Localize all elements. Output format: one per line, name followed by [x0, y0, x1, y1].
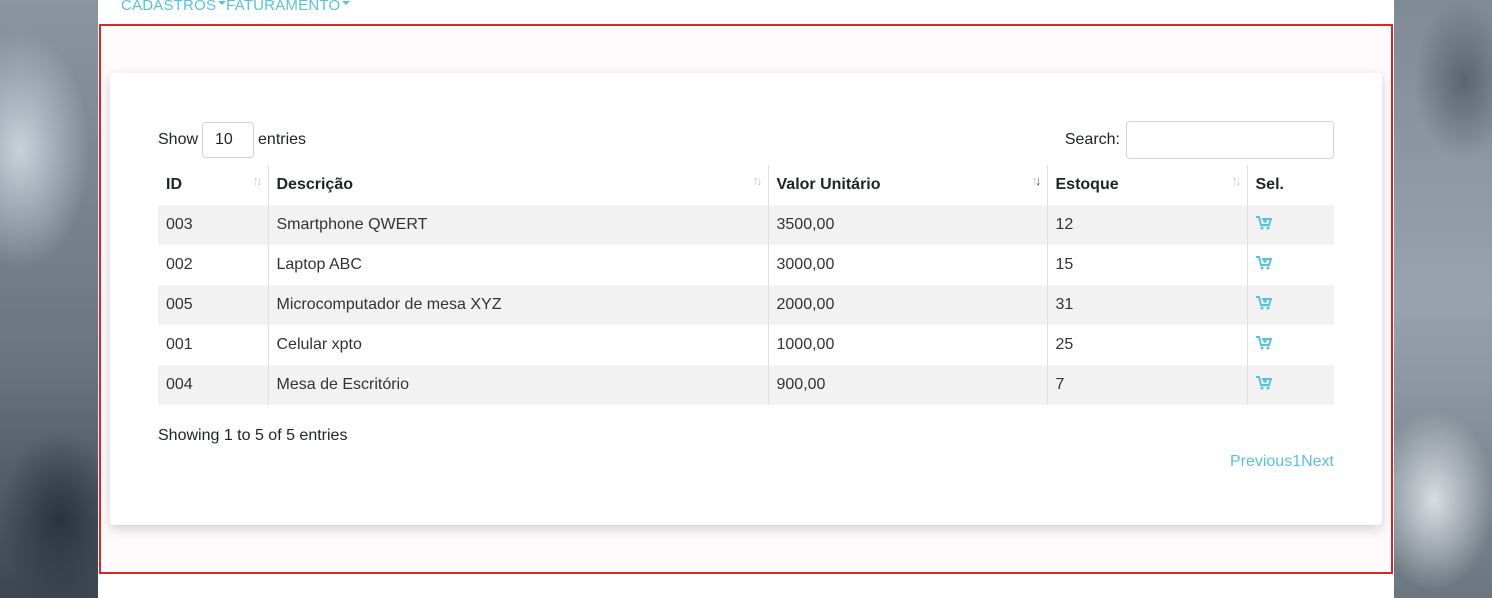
table-controls: Show 10 entries Search:	[158, 121, 1334, 159]
cell-valor: 1000,00	[767, 325, 1047, 365]
table-search: Search:	[1065, 121, 1334, 159]
table-row: 003 Smartphone QWERT 3500,00 12	[158, 205, 1334, 245]
caret-down-icon	[218, 1, 227, 5]
nav-item-label: CADASTROS	[121, 0, 217, 14]
cell-descricao: Mesa de Escritório	[267, 365, 768, 405]
entries-length: Show 10 entries	[158, 122, 306, 158]
cell-select	[1246, 325, 1334, 365]
pagination-previous[interactable]: Previous	[1230, 453, 1292, 471]
cell-select	[1246, 245, 1334, 285]
cart-plus-icon[interactable]	[1255, 255, 1272, 270]
pagination-next[interactable]: Next	[1301, 453, 1334, 471]
nav-item-label: FATURAMENTO	[226, 0, 341, 14]
cell-descricao: Laptop ABC	[267, 245, 768, 285]
cell-estoque: 25	[1046, 325, 1247, 365]
column-header-valor[interactable]: Valor Unitário ↑↓	[767, 165, 1047, 205]
cart-plus-icon[interactable]	[1255, 215, 1272, 230]
table-row: 005 Microcomputador de mesa XYZ 2000,00 …	[158, 285, 1334, 325]
entries-length-select[interactable]: 10	[202, 122, 255, 158]
cell-id: 002	[166, 256, 193, 273]
cell-descricao: Microcomputador de mesa XYZ	[267, 285, 768, 325]
cell-descricao: Smartphone QWERT	[267, 205, 768, 245]
entries-label: entries	[258, 131, 307, 148]
sort-icon: ↑↓	[752, 173, 763, 188]
table-row: 004 Mesa de Escritório 900,00 7	[158, 365, 1334, 405]
cell-id: 005	[166, 296, 193, 313]
background-left	[0, 0, 98, 598]
cell-select	[1246, 205, 1334, 245]
cell-estoque: 15	[1046, 245, 1247, 285]
cell-valor: 3500,00	[767, 205, 1047, 245]
sort-icon: ↑↓	[1231, 173, 1242, 188]
cart-plus-icon[interactable]	[1255, 295, 1272, 310]
column-header-id[interactable]: ID ↑↓	[158, 165, 268, 205]
show-label: Show	[158, 131, 199, 148]
nav-item-faturamento[interactable]: FATURAMENTO	[226, 0, 351, 16]
cell-valor: 3000,00	[767, 245, 1047, 285]
sort-icon: ↑↓	[252, 173, 263, 188]
pagination: Previous 1 Next	[1230, 453, 1334, 471]
nav-item-cadastros[interactable]: CADASTROS	[121, 0, 227, 16]
table-row: 002 Laptop ABC 3000,00 15	[158, 245, 1334, 285]
cell-select	[1246, 285, 1334, 325]
cell-valor: 900,00	[767, 365, 1047, 405]
cell-estoque: 31	[1046, 285, 1247, 325]
cell-select	[1246, 365, 1334, 405]
page-container: CADASTROS FATURAMENTO Show 10 entries Se…	[98, 0, 1394, 598]
entries-length-value: 10	[215, 131, 233, 148]
column-header-estoque[interactable]: Estoque ↑↓	[1046, 165, 1247, 205]
table-header-row: ID ↑↓ Descrição ↑↓ Valor Unitário ↑↓ Est…	[158, 165, 1334, 205]
top-navigation: CADASTROS FATURAMENTO	[121, 0, 351, 16]
cell-id: 004	[166, 376, 193, 393]
cell-estoque: 12	[1046, 205, 1247, 245]
cell-valor: 2000,00	[767, 285, 1047, 325]
pagination-page-1[interactable]: 1	[1292, 453, 1301, 471]
table-row: 001 Celular xpto 1000,00 25	[158, 325, 1334, 365]
cell-descricao: Celular xpto	[267, 325, 768, 365]
table-info: Showing 1 to 5 of 5 entries	[158, 427, 348, 444]
highlight-frame: Show 10 entries Search: ID ↑↓ Descrição …	[99, 24, 1393, 574]
search-input[interactable]	[1126, 121, 1334, 159]
page-bottom	[98, 574, 1394, 598]
column-header-descricao[interactable]: Descrição ↑↓	[267, 165, 768, 205]
cell-id: 001	[166, 336, 193, 353]
column-header-sel: Sel.	[1246, 165, 1334, 205]
cell-estoque: 7	[1046, 365, 1247, 405]
cart-plus-icon[interactable]	[1255, 335, 1272, 350]
cart-plus-icon[interactable]	[1255, 375, 1272, 390]
products-card: Show 10 entries Search: ID ↑↓ Descrição …	[110, 73, 1382, 525]
search-label: Search:	[1064, 131, 1120, 148]
products-table: ID ↑↓ Descrição ↑↓ Valor Unitário ↑↓ Est…	[158, 165, 1334, 405]
cell-id: 003	[166, 216, 193, 233]
sort-desc-icon: ↑↓	[1031, 173, 1042, 188]
background-right	[1394, 0, 1492, 598]
caret-down-icon	[342, 1, 351, 5]
